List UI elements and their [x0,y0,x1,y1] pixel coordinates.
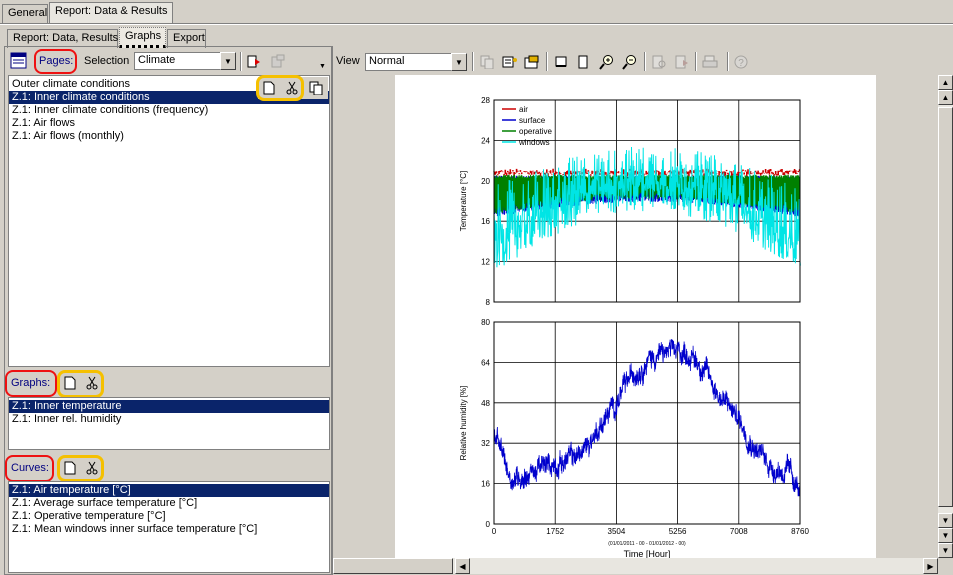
scroll-down-button[interactable]: ▼ [938,513,953,528]
list-item[interactable]: Z.1: Average surface temperature [°C] [9,497,329,510]
selection-dropdown[interactable]: Climate [134,52,220,70]
svg-text:?: ? [738,58,744,69]
y-tick-label: 48 [481,399,490,408]
pages-highlight [34,49,77,74]
zoom-in-icon[interactable] [598,53,616,71]
report-page: 28 24 20 16 12 8 Temperature [°C] air surface ope… [395,75,876,558]
list-item[interactable]: Z.1: Air flows [9,117,329,130]
selection-dropdown-arrow[interactable]: ▼ [220,52,236,70]
properties-icon[interactable] [523,53,541,71]
horizontal-scrollbar[interactable]: ◀ ▶ [333,558,938,574]
series-humidity [493,339,801,497]
y-tick-label: 16 [481,480,490,489]
list-item[interactable]: Z.1: Inner climate conditions (frequency… [9,104,329,117]
print-preview-icon[interactable] [650,53,668,71]
tab-general[interactable]: General [2,4,48,23]
toolbar-separator [240,52,242,71]
export-page-icon[interactable] [245,52,263,70]
y-tick-label: 12 [481,258,490,267]
toolbar-separator [644,52,646,71]
toolbar-separator [695,52,697,71]
curves-toolbar: Curves: [6,455,330,481]
scroll-next-page-button[interactable]: ▼ [938,528,953,543]
top-tab-strip: General Report: Data & Results [0,0,953,25]
scroll-bottom-button[interactable]: ▼ [938,543,953,558]
tab-report-data-results[interactable]: Report: Data & Results [49,2,173,23]
pages-window-icon [10,52,27,72]
y-tick-label: 28 [481,96,490,105]
pages-list: Outer climate conditions Z.1: Inner clim… [8,75,330,367]
toolbar-separator [546,52,548,71]
charts-canvas: 28 24 20 16 12 8 Temperature [°C] air surface ope… [459,96,809,558]
view-label: View [336,55,360,67]
x-axis-sublabel: (01/01/2011 - 00 - 01/01/2012 - 00) [608,541,686,547]
view-toolbar: View Normal ▼ ? [333,49,953,74]
y-tick-label: 64 [481,358,490,367]
scroll-left-button[interactable]: ◀ [455,558,470,574]
legend-label: windows [518,138,550,147]
legend-label: operative [519,127,552,136]
page-view-icon[interactable] [552,53,570,71]
y-tick-label: 80 [481,318,490,327]
scroll-right-button[interactable]: ▶ [923,558,938,574]
x-tick-label: 5256 [669,527,687,536]
view-dropdown[interactable]: Normal [365,53,451,71]
list-item[interactable]: Z.1: Inner temperature [9,400,329,413]
x-tick-label: 3504 [608,527,626,536]
sub-tab-strip: Report: Data, Results Graphs Export [0,25,953,48]
page-properties-icon[interactable] [269,52,287,70]
x-tick-label: 8760 [791,527,809,536]
selection-label: Selection [84,55,130,67]
print-icon[interactable] [701,53,719,71]
copy-icon[interactable] [478,53,496,71]
toolbar-separator [472,52,474,71]
y-tick-label: 32 [481,439,490,448]
y-tick-label: 24 [481,136,490,145]
plot-frame [493,321,801,525]
y-tick-label: 16 [481,217,490,226]
list-item[interactable]: Z.1: Mean windows inner surface temperat… [9,523,329,536]
list-item[interactable]: Z.1: Air temperature [°C] [9,484,329,497]
x-axis-label: Time [Hour] [624,549,671,558]
scroll-thumb[interactable] [938,107,953,507]
graphs-buttons-highlight [57,370,104,398]
y-axis-label: Temperature [°C] [459,171,468,232]
y-axis-label: Relative humidity [%] [459,386,468,461]
zoom-out-icon[interactable] [621,53,639,71]
y-tick-label: 20 [481,177,490,186]
pages-buttons-highlight [256,75,304,101]
toolbar-overflow-icon[interactable]: ▼ [319,63,326,70]
graphs-highlight [5,370,57,397]
list-item[interactable]: Z.1: Operative temperature [°C] [9,510,329,523]
x-tick-label: 0 [492,527,497,536]
help-icon[interactable]: ? [732,53,750,71]
export-graph-icon[interactable] [673,53,691,71]
graphs-list: Z.1: Inner temperature Z.1: Inner rel. h… [8,397,330,450]
toolbar-separator [727,52,729,71]
single-page-icon[interactable] [574,53,592,71]
vertical-scrollbar[interactable]: ▲ ▲ ▼ ▼ ▼ [938,75,953,558]
view-dropdown-arrow[interactable]: ▼ [451,53,467,71]
scroll-top-button[interactable]: ▲ [938,75,953,90]
h-scroll-thumb[interactable] [333,558,453,574]
list-item[interactable]: Z.1: Air flows (monthly) [9,130,329,143]
copy-page-icon[interactable] [307,79,325,97]
scroll-up-button[interactable]: ▲ [938,90,953,105]
tab-graphs[interactable]: Graphs [119,27,166,48]
legend-label: air [519,105,528,114]
legend-label: surface [519,116,546,125]
series-windows [493,146,801,268]
settings-list-icon[interactable] [501,53,519,71]
curves-highlight [5,455,54,482]
x-tick-label: 7008 [730,527,748,536]
x-tick-label: 1752 [546,527,564,536]
list-item[interactable]: Z.1: Inner rel. humidity [9,413,329,426]
y-tick-label: 8 [486,298,491,307]
curves-list: Z.1: Air temperature [°C] Z.1: Average s… [8,481,330,573]
y-tick-label: 0 [486,520,491,529]
curves-buttons-highlight [57,455,104,482]
